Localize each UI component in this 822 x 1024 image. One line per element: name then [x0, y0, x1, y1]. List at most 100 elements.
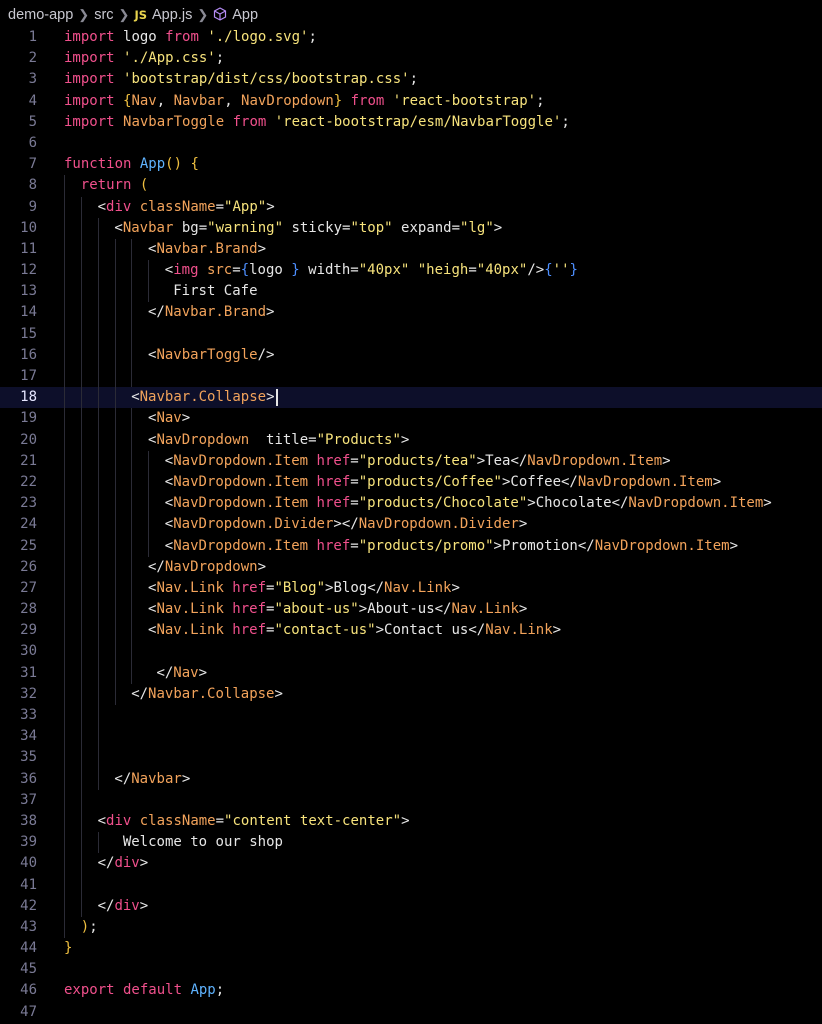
indent-guide [81, 705, 82, 727]
code-line[interactable]: 27 <Nav.Link href="Blog">Blog</Nav.Link> [0, 577, 822, 600]
line-number: 44 [20, 940, 37, 957]
code-token: </ [131, 685, 149, 702]
code-line[interactable]: 28 <Nav.Link href="about-us">About-us</Na… [0, 599, 822, 621]
breadcrumb-folder[interactable]: src [94, 7, 113, 23]
code-line[interactable]: 43); [0, 916, 822, 939]
code-line[interactable]: 45 [0, 959, 822, 980]
code-line[interactable]: 47 [0, 1002, 822, 1023]
indent-guide [98, 705, 99, 727]
code-token: </ [156, 664, 174, 681]
line-number: 15 [20, 325, 37, 342]
indent-guide [131, 577, 132, 600]
code-line[interactable]: 7 function App() { [0, 154, 822, 175]
code-token: div [114, 897, 140, 914]
code-token: href [316, 473, 351, 490]
code-line[interactable]: 41 [0, 874, 822, 896]
code-line[interactable]: 6 [0, 133, 822, 154]
code-token: import [64, 113, 124, 130]
code-line[interactable]: 26 </NavDropdown> [0, 556, 822, 578]
code-line[interactable]: 13 First Cafe [0, 281, 822, 303]
code-line[interactable]: 38 <div className="content text-center"> [0, 810, 822, 833]
code-token: Promotion [501, 537, 578, 554]
code-token: > [181, 770, 191, 787]
code-line[interactable]: 1 import logo from './logo.svg'; [0, 27, 822, 48]
code-line[interactable]: 9 <div className="App"> [0, 196, 822, 218]
code-line[interactable]: 19 <Nav> [0, 408, 822, 430]
indent-guide [115, 599, 116, 621]
code-line[interactable]: 44} [0, 938, 822, 959]
code-line[interactable]: 30 [0, 641, 822, 663]
code-line[interactable]: 29 <Nav.Link href="contact-us">Contact us… [0, 620, 822, 642]
code-text: <NavDropdown.Item href="products/tea">Te… [165, 451, 671, 472]
code-line[interactable]: 25 <NavDropdown.Item href="products/promo… [0, 535, 822, 557]
code-token: } [333, 92, 351, 109]
indent-guide [115, 344, 116, 366]
code-editor[interactable]: 1 import logo from './logo.svg'; 2 import '… [0, 27, 822, 1023]
indent-guide [81, 599, 82, 621]
code-line[interactable]: 31 </Nav> [0, 662, 822, 684]
code-line[interactable]: 12 <img src={logo } width="40px" "heigh="… [0, 260, 822, 282]
code-token: Nav.Link [451, 601, 519, 618]
code-line[interactable]: 34 [0, 726, 822, 748]
line-number: 45 [20, 961, 37, 978]
code-token: > [729, 537, 738, 554]
code-line[interactable]: 22 <NavDropdown.Item href="products/Coffe… [0, 471, 822, 494]
code-line[interactable]: 17 [0, 366, 822, 388]
indent-guide [98, 450, 99, 472]
code-line[interactable]: 2 import './App.css'; [0, 48, 822, 69]
code-text: <Navbar bg="warning" sticky="top" expand… [114, 218, 502, 239]
code-line[interactable]: 10 <Navbar bg="warning" sticky="top" expa… [0, 217, 822, 239]
code-line[interactable]: 8 return ( [0, 175, 822, 197]
code-line[interactable]: 46 export default App; [0, 980, 822, 1001]
code-line[interactable]: 11 <Navbar.Brand> [0, 238, 822, 261]
code-line[interactable]: 14 </Navbar.Brand> [0, 302, 822, 324]
code-line[interactable]: 35 [0, 747, 822, 769]
indent-guide [131, 366, 132, 388]
code-token: > [493, 537, 502, 554]
breadcrumb-file[interactable]: App.js [152, 7, 192, 23]
code-token: import [64, 71, 124, 88]
indent-guide [115, 514, 116, 536]
code-line[interactable]: 18 <Navbar.Collapse> [0, 387, 822, 409]
line-number: 25 [20, 537, 37, 554]
breadcrumb-project[interactable]: demo-app [8, 7, 73, 23]
code-token: Nav.Link [156, 622, 233, 639]
code-token: < [114, 219, 123, 236]
code-line[interactable]: 20 <NavDropdown title="Products"> [0, 429, 822, 451]
indent-guide [64, 662, 65, 684]
indent-guide [64, 281, 65, 303]
code-token: < [164, 262, 174, 279]
code-line[interactable]: 16 <NavbarToggle/> [0, 344, 822, 366]
code-text: First Cafe [165, 281, 257, 302]
code-line[interactable]: 37 [0, 789, 822, 811]
code-line[interactable]: 36 </Navbar> [0, 768, 822, 790]
code-line[interactable]: 15 [0, 323, 822, 345]
code-line[interactable]: 40 </div> [0, 853, 822, 875]
code-line[interactable]: 3 import 'bootstrap/dist/css/bootstrap.cs… [0, 69, 822, 90]
code-text: </div> [98, 853, 149, 874]
code-line[interactable]: 21 <NavDropdown.Item href="products/tea">… [0, 450, 822, 472]
line-number: 17 [20, 368, 37, 384]
code-line[interactable]: 23 <NavDropdown.Item href="products/Choco… [0, 493, 822, 515]
indent-guide [81, 366, 82, 388]
indent-guide [64, 471, 65, 494]
code-line[interactable]: 4 import {Nav, Navbar, NavDropdown} from … [0, 91, 822, 112]
code-line[interactable]: 39 Welcome to our shop [0, 832, 822, 854]
indent-guide [81, 302, 82, 324]
code-token: > [662, 452, 671, 469]
code-token: Navbar.Brand [156, 240, 258, 257]
line-number: 41 [20, 876, 37, 893]
indent-guide [81, 387, 82, 409]
code-line[interactable]: 5 import NavbarToggle from 'react-bootstr… [0, 112, 822, 133]
code-line[interactable]: 24 <NavDropdown.Divider></NavDropdown.Div… [0, 514, 822, 536]
code-line[interactable]: 33 [0, 705, 822, 727]
code-token: > [257, 558, 267, 575]
code-token: 'bootstrap/dist/css/bootstrap.css' [123, 71, 410, 88]
code-line[interactable]: 42 </div> [0, 895, 822, 917]
code-token: "40px" [476, 262, 528, 279]
code-token: About-us [367, 601, 435, 618]
indent-guide [131, 514, 132, 536]
breadcrumb-symbol[interactable]: App [232, 7, 258, 23]
code-line[interactable]: 32 </Navbar.Collapse> [0, 683, 822, 705]
indent-guide [64, 238, 65, 261]
